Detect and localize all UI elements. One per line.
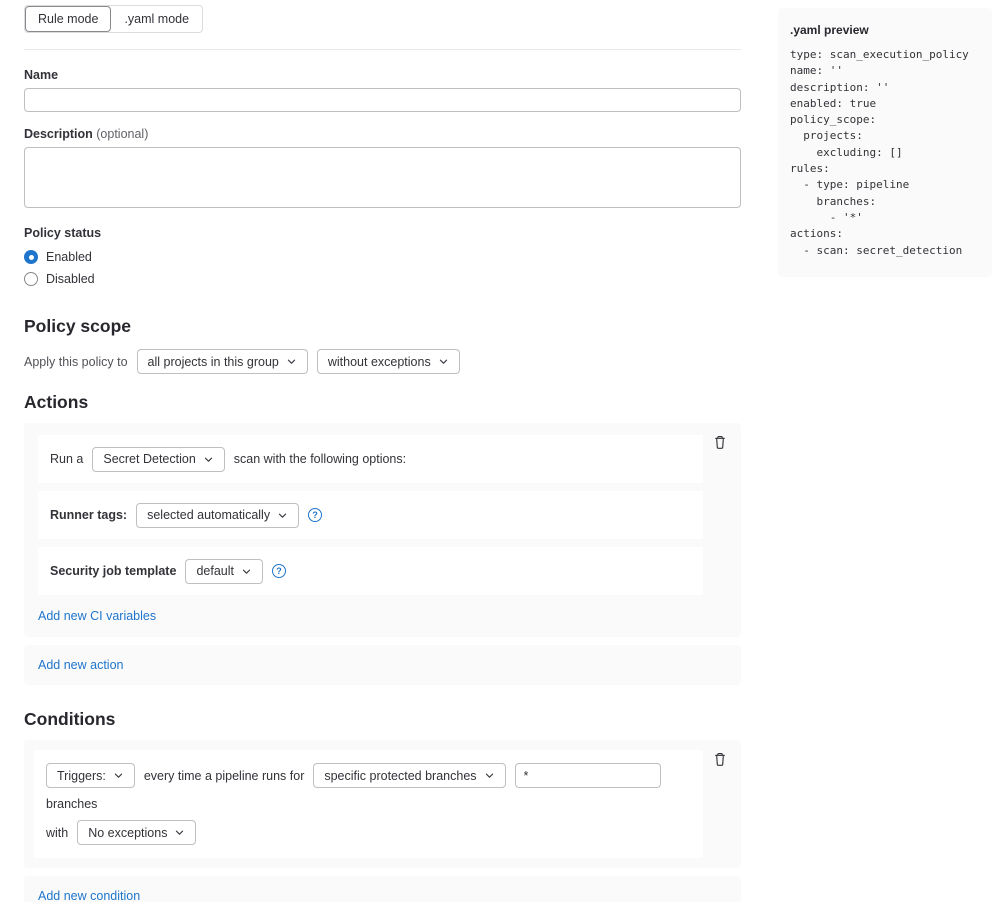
- chevron-down-icon: [438, 356, 449, 367]
- job-template-label: Security job template: [50, 564, 176, 578]
- radio-enabled[interactable]: [24, 250, 38, 264]
- condition-line-1: Triggers: every time a pipeline runs for…: [46, 763, 691, 811]
- scan-type-dropdown[interactable]: Secret Detection: [92, 447, 224, 472]
- policy-scope-row: Apply this policy to all projects in thi…: [24, 349, 741, 374]
- trash-icon: [713, 438, 727, 453]
- policy-form: Rule mode .yaml mode Name Description (o…: [24, 5, 741, 902]
- runner-tags-row: Runner tags: selected automatically ?: [38, 491, 703, 539]
- add-new-action-link[interactable]: Add new action: [38, 658, 123, 672]
- add-ci-variables-link[interactable]: Add new CI variables: [38, 609, 156, 623]
- divider: [24, 49, 741, 50]
- add-new-condition-link[interactable]: Add new condition: [38, 889, 140, 902]
- scope-projects-dropdown[interactable]: all projects in this group: [137, 349, 308, 374]
- ci-variables-row: Add new CI variables: [38, 609, 727, 623]
- branch-type-dropdown[interactable]: specific protected branches: [313, 763, 505, 788]
- chevron-down-icon: [286, 356, 297, 367]
- branch-pattern-input[interactable]: [515, 763, 661, 788]
- action-card: Run a Secret Detection scan with the fol…: [24, 423, 741, 637]
- policy-status-label: Policy status: [24, 226, 741, 240]
- with-text: with: [46, 826, 68, 840]
- runner-tags-label: Runner tags:: [50, 508, 127, 522]
- condition-inner: Triggers: every time a pipeline runs for…: [34, 750, 703, 858]
- yaml-preview-panel: .yaml preview type: scan_execution_polic…: [778, 8, 992, 277]
- add-action-card: Add new action: [24, 645, 741, 685]
- scope-exceptions-dropdown[interactable]: without exceptions: [317, 349, 460, 374]
- scan-options-text: scan with the following options:: [234, 452, 406, 466]
- runner-tags-dropdown[interactable]: selected automatically: [136, 503, 299, 528]
- branch-exceptions-dropdown[interactable]: No exceptions: [77, 820, 196, 845]
- delete-action-button[interactable]: [711, 433, 729, 452]
- help-icon[interactable]: ?: [272, 564, 286, 578]
- action-scan-row: Run a Secret Detection scan with the fol…: [38, 435, 703, 483]
- job-template-dropdown[interactable]: default: [185, 559, 263, 584]
- trash-icon: [713, 755, 727, 770]
- chevron-down-icon: [277, 510, 288, 521]
- job-template-row: Security job template default ?: [38, 547, 703, 595]
- yaml-preview-title: .yaml preview: [790, 23, 980, 37]
- description-input[interactable]: [24, 147, 741, 208]
- status-option-disabled[interactable]: Disabled: [24, 270, 741, 288]
- chevron-down-icon: [241, 566, 252, 577]
- apply-policy-text: Apply this policy to: [24, 355, 128, 369]
- condition-line-2: with No exceptions: [46, 820, 691, 845]
- name-input[interactable]: [24, 88, 741, 112]
- policy-editor-page: Rule mode .yaml mode Name Description (o…: [0, 0, 999, 902]
- name-label: Name: [24, 68, 741, 82]
- actions-heading: Actions: [24, 392, 741, 413]
- rule-mode-button[interactable]: Rule mode: [25, 6, 111, 32]
- radio-disabled[interactable]: [24, 272, 38, 286]
- status-option-enabled[interactable]: Enabled: [24, 248, 741, 266]
- chevron-down-icon: [203, 454, 214, 465]
- editor-mode-toggle: Rule mode .yaml mode: [24, 5, 203, 33]
- chevron-down-icon: [484, 770, 495, 781]
- triggers-dropdown[interactable]: Triggers:: [46, 763, 135, 788]
- radio-disabled-label: Disabled: [46, 272, 95, 286]
- description-optional-hint: (optional): [96, 127, 148, 141]
- condition-card: Triggers: every time a pipeline runs for…: [24, 740, 741, 868]
- policy-scope-heading: Policy scope: [24, 316, 741, 337]
- description-label: Description (optional): [24, 127, 741, 141]
- branches-text: branches: [46, 797, 97, 811]
- conditions-heading: Conditions: [24, 709, 741, 730]
- delete-condition-button[interactable]: [711, 750, 729, 769]
- pipeline-runs-text: every time a pipeline runs for: [144, 769, 305, 783]
- chevron-down-icon: [113, 770, 124, 781]
- chevron-down-icon: [174, 827, 185, 838]
- add-condition-card: Add new condition: [24, 876, 741, 902]
- yaml-preview-code: type: scan_execution_policy name: '' des…: [790, 47, 980, 259]
- yaml-mode-button[interactable]: .yaml mode: [111, 6, 202, 32]
- radio-enabled-label: Enabled: [46, 250, 92, 264]
- run-a-text: Run a: [50, 452, 83, 466]
- help-icon[interactable]: ?: [308, 508, 322, 522]
